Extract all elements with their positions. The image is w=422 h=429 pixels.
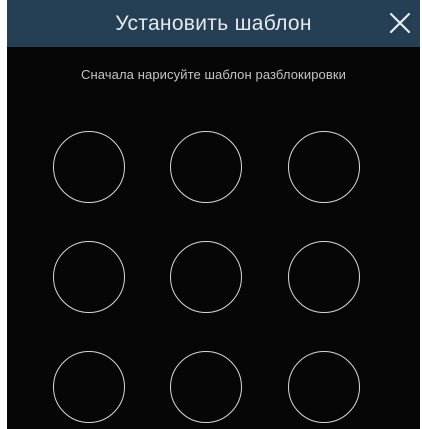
set-pattern-dialog: Установить шаблон Сначала нарисуйте шабл… — [7, 0, 420, 429]
pattern-point-5[interactable] — [170, 241, 242, 313]
pattern-grid[interactable] — [7, 0, 420, 429]
pattern-point-2[interactable] — [170, 131, 242, 203]
pattern-point-8[interactable] — [170, 351, 242, 423]
pattern-point-7[interactable] — [53, 351, 125, 423]
pattern-point-1[interactable] — [53, 131, 125, 203]
pattern-point-3[interactable] — [288, 131, 360, 203]
pattern-point-9[interactable] — [288, 351, 360, 423]
pattern-point-4[interactable] — [53, 241, 125, 313]
pattern-point-6[interactable] — [288, 241, 360, 313]
